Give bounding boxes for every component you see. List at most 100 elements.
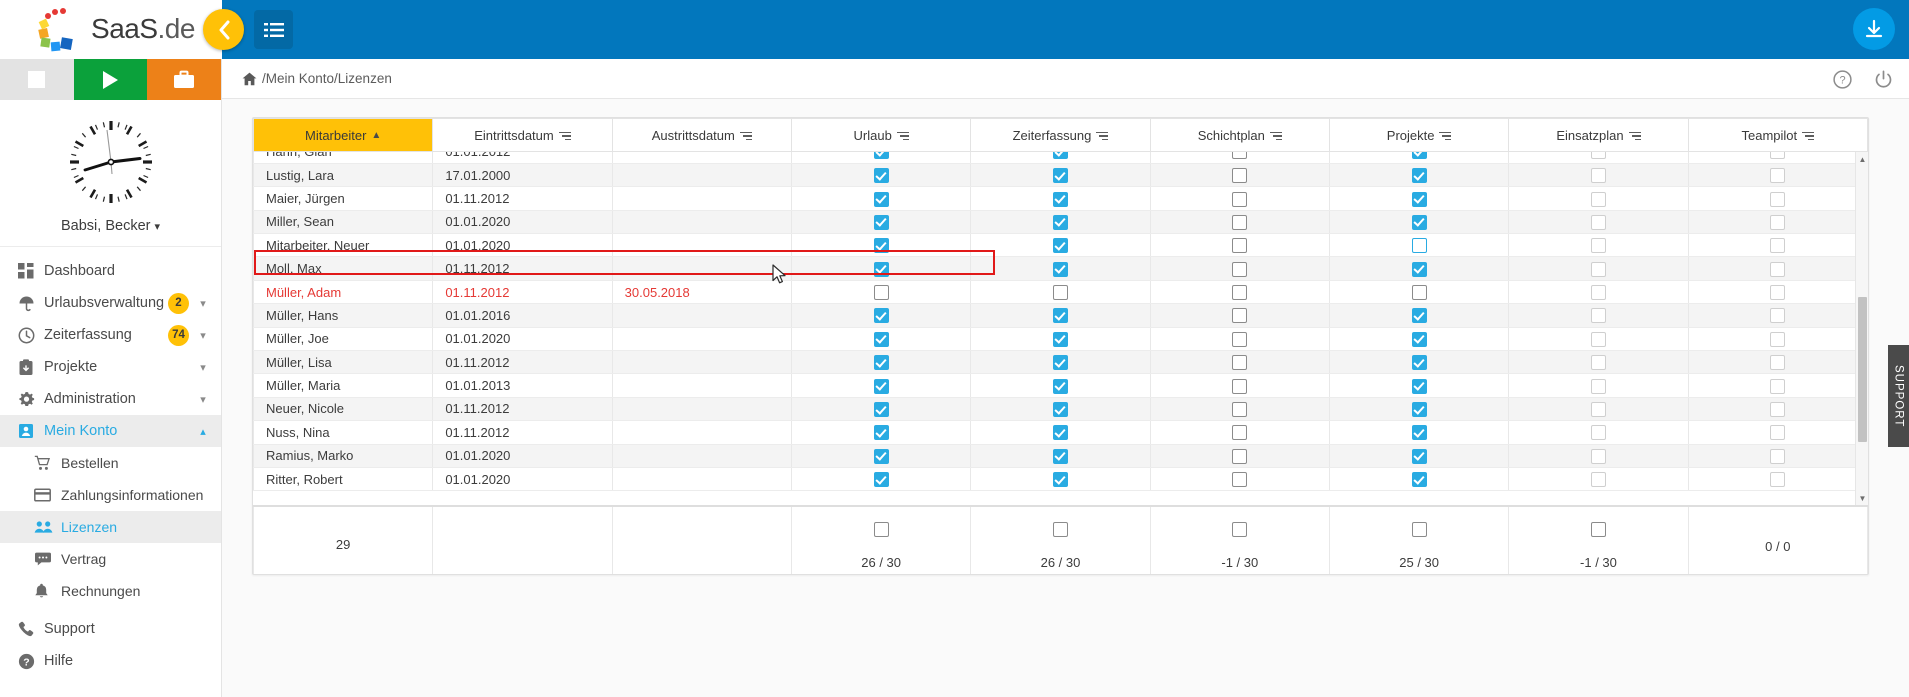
sidebar-item-administration[interactable]: Administration ▾ (0, 383, 221, 415)
chevron-down-icon[interactable]: ▾ (197, 329, 209, 342)
checkbox-zeiterfassung[interactable] (1052, 472, 1068, 488)
support-tab[interactable]: SUPPORT (1888, 345, 1909, 447)
sidebar-item-dashboard[interactable]: Dashboard (0, 255, 221, 287)
checkbox-einsatzplan[interactable] (1590, 285, 1606, 301)
checkbox-zeiterfassung[interactable] (1052, 168, 1068, 184)
checkbox-teampilot[interactable] (1770, 285, 1786, 301)
filter-icon[interactable] (1628, 130, 1641, 141)
start-button[interactable] (73, 59, 148, 100)
checkbox-einsatzplan[interactable] (1590, 472, 1606, 488)
checkbox-urlaub[interactable] (873, 152, 889, 160)
checkbox-schichtplan[interactable] (1232, 448, 1248, 464)
sidebar-item-urlaubsverwaltung[interactable]: Urlaubsverwaltung 2 ▾ (0, 287, 221, 319)
footer-checkbox-projekte[interactable] (1411, 522, 1427, 538)
checkbox-projekte[interactable] (1411, 285, 1427, 301)
checkbox-zeiterfassung[interactable] (1052, 355, 1068, 371)
col-header-urlaub[interactable]: Urlaub (790, 118, 972, 152)
checkbox-zeiterfassung[interactable] (1052, 152, 1068, 160)
vertical-scrollbar[interactable]: ▲ ▼ (1855, 152, 1868, 505)
project-button[interactable] (147, 59, 222, 100)
checkbox-projekte[interactable] (1411, 152, 1427, 160)
sidebar-item-vertrag[interactable]: Vertrag (0, 543, 221, 575)
sidebar-item-support[interactable]: Support (0, 613, 221, 645)
checkbox-einsatzplan[interactable] (1590, 402, 1606, 418)
checkbox-zeiterfassung[interactable] (1052, 214, 1068, 230)
table-row[interactable]: Miller, Sean 01.01.2020 (253, 210, 1868, 235)
checkbox-urlaub[interactable] (873, 472, 889, 488)
chevron-up-icon[interactable]: ▴ (197, 425, 209, 438)
table-row[interactable]: Hahn, Gian01.01.2012 (253, 152, 1868, 164)
table-row[interactable]: Ramius, Marko 01.01.2020 (253, 444, 1868, 468)
col-header-schichtplan[interactable]: Schichtplan (1149, 118, 1330, 152)
filter-icon[interactable] (1439, 130, 1452, 141)
checkbox-urlaub[interactable] (873, 168, 889, 184)
checkbox-zeiterfassung[interactable] (1052, 378, 1068, 394)
checkbox-teampilot[interactable] (1770, 402, 1786, 418)
sidebar-item-hilfe[interactable]: ? Hilfe (0, 645, 221, 677)
sidebar-item-zahlungsinformationen[interactable]: Zahlungsinformationen (0, 479, 221, 511)
col-header-projekte[interactable]: Projekte (1328, 118, 1510, 152)
sidebar-collapse-button[interactable] (203, 9, 244, 50)
checkbox-einsatzplan[interactable] (1590, 331, 1606, 347)
checkbox-teampilot[interactable] (1770, 308, 1786, 324)
checkbox-teampilot[interactable] (1770, 472, 1786, 488)
table-row[interactable]: Müller, Maria 01.01.2013 (253, 373, 1868, 398)
checkbox-zeiterfassung[interactable] (1052, 285, 1068, 301)
checkbox-schichtplan[interactable] (1232, 261, 1248, 277)
checkbox-teampilot[interactable] (1770, 168, 1786, 184)
checkbox-urlaub[interactable] (873, 402, 889, 418)
checkbox-projekte[interactable] (1411, 238, 1427, 254)
filter-icon[interactable] (558, 130, 571, 141)
scrollbar-thumb[interactable] (1858, 297, 1867, 442)
checkbox-projekte[interactable] (1411, 261, 1427, 277)
checkbox-zeiterfassung[interactable] (1052, 448, 1068, 464)
col-header-mitarbeiter[interactable]: Mitarbeiter ▲ (252, 118, 434, 152)
filter-icon[interactable] (1096, 130, 1109, 141)
checkbox-schichtplan[interactable] (1232, 402, 1248, 418)
checkbox-einsatzplan[interactable] (1590, 168, 1606, 184)
breadcrumb-path[interactable]: /Mein Konto/Lizenzen (262, 71, 392, 86)
checkbox-schichtplan[interactable] (1232, 472, 1248, 488)
sidebar-item-mein-konto[interactable]: Mein Konto ▴ (0, 415, 221, 447)
checkbox-teampilot[interactable] (1770, 448, 1786, 464)
checkbox-projekte[interactable] (1411, 308, 1427, 324)
checkbox-teampilot[interactable] (1770, 378, 1786, 394)
col-header-zeiterfassung[interactable]: Zeiterfassung (970, 118, 1151, 152)
sidebar-item-bestellen[interactable]: Bestellen (0, 447, 221, 479)
checkbox-schichtplan[interactable] (1232, 168, 1248, 184)
checkbox-urlaub[interactable] (873, 308, 889, 324)
sidebar-item-lizenzen[interactable]: Lizenzen (0, 511, 221, 543)
checkbox-zeiterfassung[interactable] (1052, 331, 1068, 347)
home-icon[interactable] (242, 72, 257, 86)
checkbox-einsatzplan[interactable] (1590, 378, 1606, 394)
checkbox-teampilot[interactable] (1770, 191, 1786, 207)
checkbox-schichtplan[interactable] (1232, 238, 1248, 254)
checkbox-schichtplan[interactable] (1232, 308, 1248, 324)
checkbox-einsatzplan[interactable] (1590, 191, 1606, 207)
table-row[interactable]: Ritter, Robert 01.01.2020 (253, 467, 1868, 492)
checkbox-urlaub[interactable] (873, 285, 889, 301)
table-row[interactable]: Nuss, Nina 01.11.2012 (253, 420, 1868, 445)
table-row[interactable]: Moll, Max 01.11.2012 (253, 256, 1868, 281)
checkbox-zeiterfassung[interactable] (1052, 261, 1068, 277)
help-circle-icon[interactable]: ? (1833, 69, 1852, 89)
footer-checkbox-urlaub[interactable] (873, 522, 889, 538)
checkbox-schichtplan[interactable] (1232, 152, 1248, 160)
sidebar-item-projekte[interactable]: Projekte ▾ (0, 351, 221, 383)
checkbox-einsatzplan[interactable] (1590, 425, 1606, 441)
checkbox-urlaub[interactable] (873, 261, 889, 277)
power-icon[interactable] (1874, 70, 1893, 89)
table-row[interactable]: Mitarbeiter, Neuer 01.01.2020 (253, 233, 1868, 258)
checkbox-teampilot[interactable] (1770, 238, 1786, 254)
checkbox-einsatzplan[interactable] (1590, 355, 1606, 371)
checkbox-einsatzplan[interactable] (1590, 261, 1606, 277)
filter-icon[interactable] (896, 130, 909, 141)
checkbox-schichtplan[interactable] (1232, 331, 1248, 347)
checkbox-projekte[interactable] (1411, 168, 1427, 184)
checkbox-urlaub[interactable] (873, 425, 889, 441)
checkbox-zeiterfassung[interactable] (1052, 402, 1068, 418)
checkbox-projekte[interactable] (1411, 331, 1427, 347)
table-row[interactable]: Müller, Lisa 01.11.2012 (253, 350, 1868, 375)
table-row[interactable]: Müller, Hans 01.01.2016 (253, 303, 1868, 328)
footer-checkbox-zeiterfassung[interactable] (1052, 522, 1068, 538)
